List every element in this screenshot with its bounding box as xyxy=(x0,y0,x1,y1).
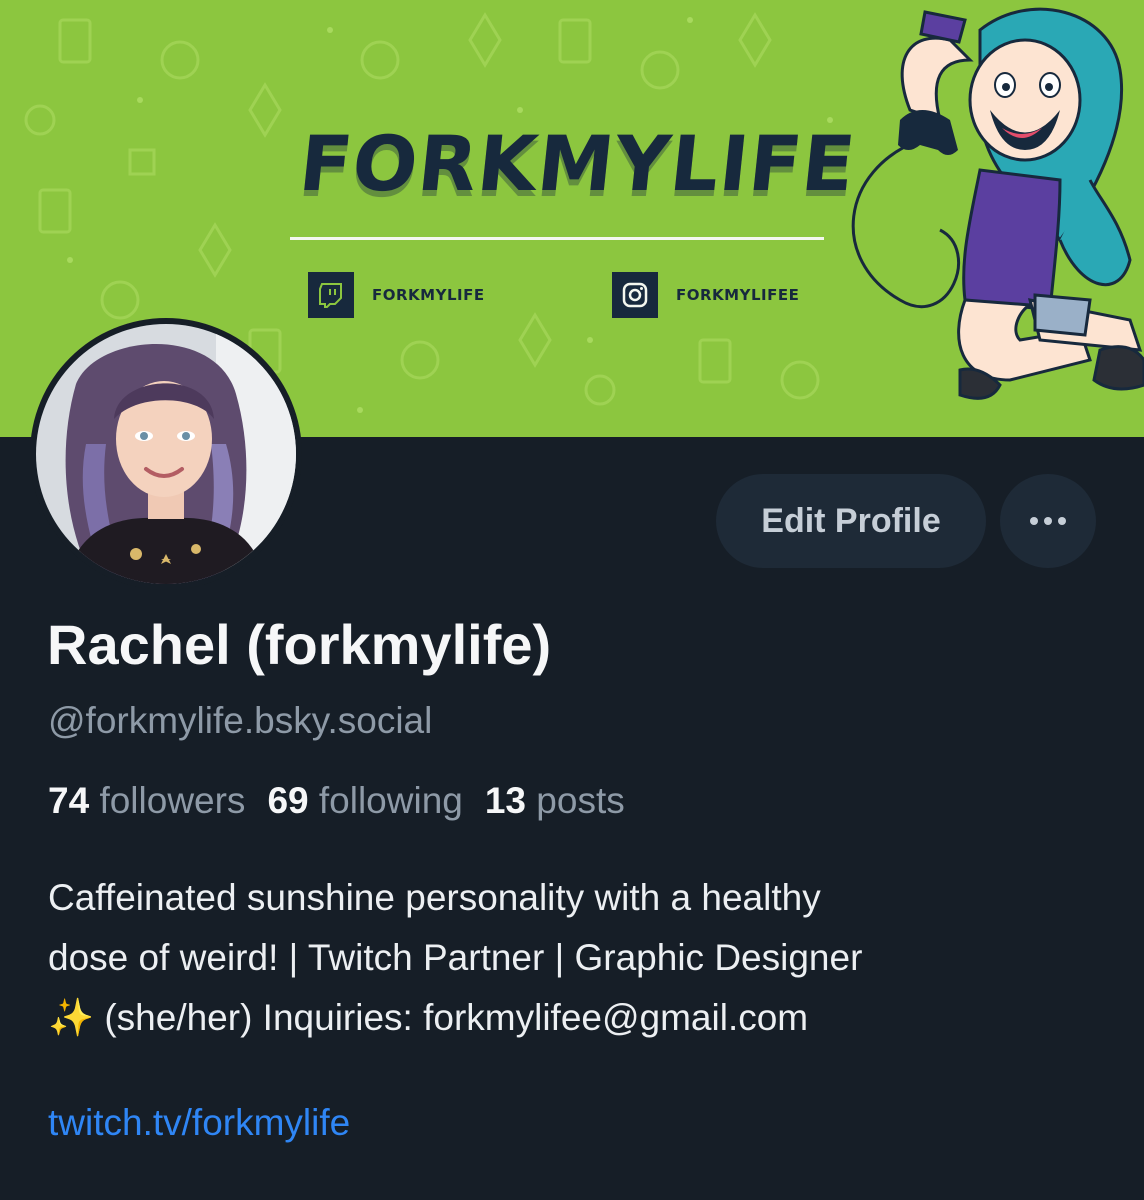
posts-count: 13 xyxy=(484,780,527,821)
edit-profile-button[interactable]: Edit Profile xyxy=(716,474,986,568)
posts-label: posts xyxy=(536,780,625,821)
followers-label: followers xyxy=(99,780,246,821)
banner-character-illustration xyxy=(851,7,1144,400)
more-options-button[interactable] xyxy=(1000,474,1096,568)
posts-stat: 13 posts xyxy=(485,780,625,821)
profile-stats: 74 followers 69 following 13 posts xyxy=(48,780,625,822)
banner-title: FORKMYLIFE xyxy=(295,119,860,208)
banner-instagram: FORKMYLIFEE xyxy=(612,272,799,318)
instagram-label: FORKMYLIFEE xyxy=(676,286,800,304)
avatar-photo xyxy=(36,324,296,584)
ellipsis-icon xyxy=(1030,517,1066,525)
followers-count: 74 xyxy=(48,780,90,821)
twitch-label: FORKMYLIFE xyxy=(372,286,485,304)
bio-line: ✨ (she/her) Inquiries: forkmylifee@gmail… xyxy=(48,997,809,1038)
following-label: following xyxy=(318,780,463,821)
avatar[interactable] xyxy=(30,318,302,590)
profile-handle: @forkmylife.bsky.social xyxy=(48,700,433,741)
following-stat[interactable]: 69 following xyxy=(267,780,462,821)
followers-stat[interactable]: 74 followers xyxy=(48,780,245,821)
banner-twitch: FORKMYLIFE xyxy=(308,272,485,318)
bio-line: dose of weird! | Twitch Partner | Graphi… xyxy=(48,937,863,978)
twitch-icon xyxy=(308,272,354,318)
banner-divider xyxy=(290,237,824,240)
display-name: Rachel (forkmylife) xyxy=(47,613,552,676)
profile-bio: Caffeinated sunshine personality with a … xyxy=(48,868,1128,1048)
profile-link[interactable]: twitch.tv/forkmylife xyxy=(48,1102,350,1144)
following-count: 69 xyxy=(267,780,309,821)
instagram-icon xyxy=(612,272,658,318)
bio-line: Caffeinated sunshine personality with a … xyxy=(48,877,821,918)
